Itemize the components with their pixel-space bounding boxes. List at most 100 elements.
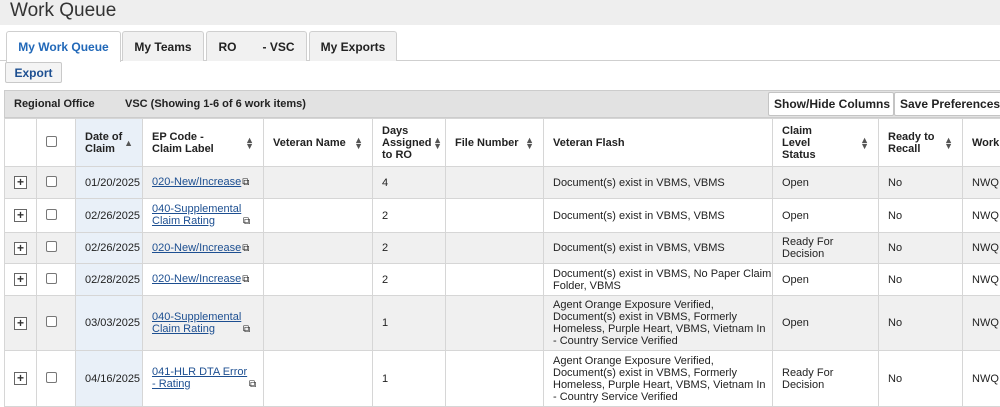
header-file-number[interactable]: File Number▲▼ bbox=[446, 119, 544, 167]
cell-veteran-flash: Document(s) exist in VBMS, VBMS bbox=[544, 233, 773, 264]
table-header-row: Date of Claim▲ EP Code - Claim Label▲▼ V… bbox=[5, 119, 1000, 167]
table-row[interactable]: + 02/28/2025 020-New/Increase⧉ 2 Documen… bbox=[5, 264, 1000, 296]
export-button[interactable]: Export bbox=[5, 62, 62, 83]
external-link-icon[interactable]: ⧉ bbox=[243, 216, 250, 228]
table-row[interactable]: + 03/03/2025 040-Supplemental Claim Rati… bbox=[5, 296, 1000, 351]
expand-row-icon[interactable]: + bbox=[14, 176, 27, 189]
expand-row-icon[interactable]: + bbox=[14, 242, 27, 255]
header-ep-code[interactable]: EP Code - Claim Label▲▼ bbox=[143, 119, 264, 167]
cell-work: NWQ R bbox=[963, 351, 1000, 407]
cell-file-number bbox=[446, 167, 544, 199]
external-link-icon[interactable]: ⧉ bbox=[242, 177, 249, 189]
select-all-header bbox=[37, 119, 76, 167]
table-row[interactable]: + 02/26/2025 020-New/Increase⧉ 2 Documen… bbox=[5, 233, 1000, 264]
cell-veteran-name bbox=[264, 296, 373, 351]
external-link-icon[interactable]: ⧉ bbox=[243, 324, 250, 336]
row-checkbox[interactable] bbox=[46, 176, 57, 187]
tab-ro-label: RO bbox=[218, 40, 236, 54]
cell-veteran-flash: Agent Orange Exposure Verified, Document… bbox=[544, 296, 773, 351]
cell-recall: No bbox=[879, 167, 963, 199]
tab-my-exports[interactable]: My Exports bbox=[309, 31, 397, 61]
header-veteran-name[interactable]: Veteran Name▲▼ bbox=[264, 119, 373, 167]
cell-file-number bbox=[446, 296, 544, 351]
row-checkbox[interactable] bbox=[46, 209, 57, 220]
tab-ro-vsc[interactable]: RO - VSC bbox=[206, 31, 307, 61]
header-days-assigned[interactable]: Days Assigned to RO▲▼ bbox=[373, 119, 446, 167]
cell-veteran-flash: Document(s) exist in VBMS, VBMS bbox=[544, 199, 773, 233]
sort-icon: ▲▼ bbox=[433, 137, 442, 149]
grid-header-bar: Regional Office VSC (Showing 1-6 of 6 wo… bbox=[4, 90, 1000, 118]
ep-code-link[interactable]: 040-Supplemental Claim Rating bbox=[152, 203, 242, 227]
cell-file-number bbox=[446, 233, 544, 264]
row-checkbox[interactable] bbox=[46, 273, 57, 284]
ep-code-link[interactable]: 020-New/Increase bbox=[152, 242, 241, 254]
cell-veteran-flash: Document(s) exist in VBMS, VBMS bbox=[544, 167, 773, 199]
cell-veteran-name bbox=[264, 199, 373, 233]
cell-work: NWQ R bbox=[963, 233, 1000, 264]
cell-date: 04/16/2025 bbox=[76, 351, 143, 407]
header-veteran-flash[interactable]: Veteran Flash bbox=[544, 119, 773, 167]
header-work[interactable]: Work T bbox=[963, 119, 1000, 167]
regional-office-label: Regional Office bbox=[14, 98, 95, 110]
header-claim-level-status[interactable]: Claim Level Status▲▼ bbox=[773, 119, 879, 167]
cell-days: 2 bbox=[373, 264, 446, 296]
cell-file-number bbox=[446, 264, 544, 296]
expand-row-icon[interactable]: + bbox=[14, 273, 27, 286]
showing-count: VSC (Showing 1-6 of 6 work items) bbox=[125, 98, 306, 110]
external-link-icon[interactable]: ⧉ bbox=[242, 274, 249, 286]
header-date-of-claim[interactable]: Date of Claim▲ bbox=[76, 119, 143, 167]
cell-veteran-name bbox=[264, 264, 373, 296]
select-all-checkbox[interactable] bbox=[46, 136, 57, 147]
cell-veteran-name bbox=[264, 233, 373, 264]
cell-veteran-name bbox=[264, 351, 373, 407]
cell-recall: No bbox=[879, 351, 963, 407]
show-hide-columns-button[interactable]: Show/Hide Columns bbox=[768, 92, 894, 116]
tab-vsc-label: - VSC bbox=[262, 40, 294, 54]
ep-code-link[interactable]: 020-New/Increase bbox=[152, 273, 241, 285]
external-link-icon[interactable]: ⧉ bbox=[249, 379, 256, 391]
cell-recall: No bbox=[879, 264, 963, 296]
ep-code-link[interactable]: 041-HLR DTA Error - Rating bbox=[152, 366, 248, 390]
cell-status: Open bbox=[773, 296, 879, 351]
expand-row-icon[interactable]: + bbox=[14, 317, 27, 330]
ep-code-link[interactable]: 020-New/Increase bbox=[152, 176, 241, 188]
cell-work: NWQ R bbox=[963, 296, 1000, 351]
cell-date: 02/26/2025 bbox=[76, 199, 143, 233]
cell-date: 02/28/2025 bbox=[76, 264, 143, 296]
cell-days: 2 bbox=[373, 233, 446, 264]
save-preferences-button[interactable]: Save Preferences bbox=[894, 92, 1000, 116]
row-checkbox[interactable] bbox=[46, 316, 57, 327]
sort-icon: ▲▼ bbox=[245, 137, 254, 149]
cell-recall: No bbox=[879, 296, 963, 351]
cell-date: 01/20/2025 bbox=[76, 167, 143, 199]
cell-work: NWQ R bbox=[963, 199, 1000, 233]
ep-code-link[interactable]: 040-Supplemental Claim Rating bbox=[152, 311, 242, 335]
table-row[interactable]: + 04/16/2025 041-HLR DTA Error - Rating⧉… bbox=[5, 351, 1000, 407]
cell-recall: No bbox=[879, 233, 963, 264]
title-bar: Work Queue bbox=[0, 0, 1000, 25]
cell-date: 02/26/2025 bbox=[76, 233, 143, 264]
cell-days: 1 bbox=[373, 351, 446, 407]
expand-row-icon[interactable]: + bbox=[14, 372, 27, 385]
cell-work: NWQ R bbox=[963, 264, 1000, 296]
sort-icon: ▲▼ bbox=[354, 137, 363, 149]
tab-bar: My Work Queue My Teams RO - VSC My Export… bbox=[0, 26, 1000, 61]
page-title: Work Queue bbox=[10, 0, 116, 22]
table-row[interactable]: + 01/20/2025 020-New/Increase⧉ 4 Documen… bbox=[5, 167, 1000, 199]
cell-status: Open bbox=[773, 167, 879, 199]
tab-my-work-queue[interactable]: My Work Queue bbox=[6, 31, 121, 62]
header-ready-to-recall[interactable]: Ready to Recall▲▼ bbox=[879, 119, 963, 167]
row-checkbox[interactable] bbox=[46, 372, 57, 383]
tab-my-teams[interactable]: My Teams bbox=[122, 31, 204, 61]
sort-icon: ▲▼ bbox=[860, 137, 869, 149]
table-row[interactable]: + 02/26/2025 040-Supplemental Claim Rati… bbox=[5, 199, 1000, 233]
cell-file-number bbox=[446, 199, 544, 233]
external-link-icon[interactable]: ⧉ bbox=[242, 243, 249, 255]
cell-days: 1 bbox=[373, 296, 446, 351]
cell-veteran-flash: Document(s) exist in VBMS, No Paper Clai… bbox=[544, 264, 773, 296]
cell-days: 2 bbox=[373, 199, 446, 233]
cell-recall: No bbox=[879, 199, 963, 233]
cell-status: Open bbox=[773, 199, 879, 233]
expand-row-icon[interactable]: + bbox=[14, 209, 27, 222]
row-checkbox[interactable] bbox=[46, 241, 57, 252]
